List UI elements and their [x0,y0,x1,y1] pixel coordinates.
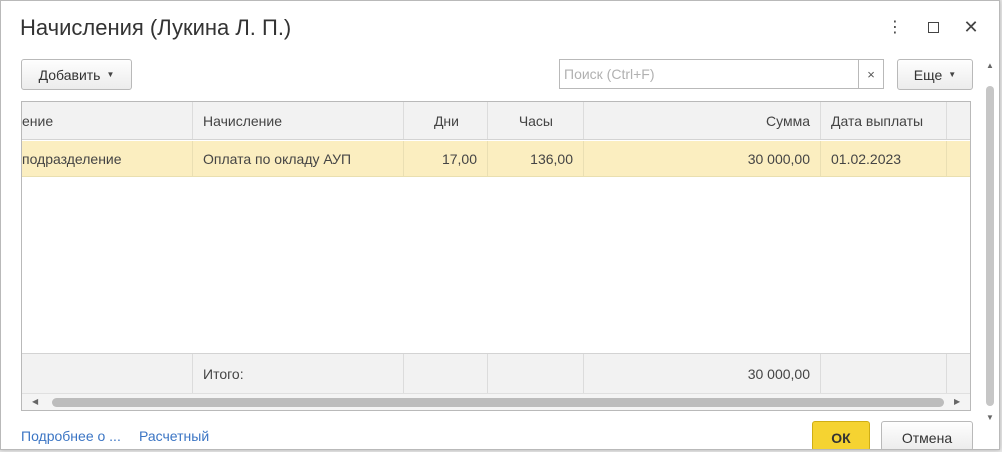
chevron-down-icon: ▼ [106,70,115,79]
cancel-button[interactable]: Отмена [881,421,973,449]
scroll-right-icon[interactable]: ▶ [954,397,960,406]
scroll-up-icon[interactable]: ▲ [986,61,994,70]
table-row[interactable]: подразделение Оплата по окладу АУП 17,00… [22,141,970,177]
footer-total-label: Итого: [203,365,244,382]
accruals-table: ение Начисление Дни Часы Сумма Дата выпл… [21,101,971,411]
vertical-scroll-thumb[interactable] [986,86,994,406]
close-icon[interactable]: ✕ [959,15,983,39]
table-footer: Итого: 30 000,00 [22,353,970,393]
details-link[interactable]: Подробнее о ... [21,428,121,444]
table-header: ение Начисление Дни Часы Сумма Дата выпл… [22,102,970,140]
add-button[interactable]: Добавить ▼ [21,59,132,90]
scroll-left-icon[interactable]: ◀ [32,397,38,406]
cell-payment-date: 01.02.2023 [831,150,902,167]
search-clear-button[interactable]: × [858,59,884,89]
more-button-label: Еще [913,66,943,83]
column-header-department[interactable]: ение [22,102,192,139]
maximize-icon[interactable] [921,15,945,39]
cell-hours: 136,00 [530,150,573,167]
horizontal-scrollbar[interactable]: ◀ ▶ [22,393,970,410]
chevron-down-icon: ▼ [948,70,957,79]
cell-days: 17,00 [441,150,477,167]
payslip-link[interactable]: Расчетный [139,428,209,444]
column-header-hours[interactable]: Часы [488,102,583,139]
column-header-accrual[interactable]: Начисление [193,102,403,139]
ok-button[interactable]: ОК [812,421,870,449]
footer-total-sum: 30 000,00 [747,365,810,382]
column-header-payment-date[interactable]: Дата выплаты [821,102,946,139]
column-header-sum[interactable]: Сумма [584,102,820,139]
cell-department: подразделение [22,150,122,167]
accruals-dialog: Начисления (Лукина Л. П.) ⋮ ✕ Добавить ▼… [0,0,1000,450]
more-button[interactable]: Еще ▼ [897,59,973,90]
column-header-days[interactable]: Дни [404,102,487,139]
search-input[interactable] [559,59,859,89]
cell-accrual: Оплата по окладу АУП [203,150,352,167]
cell-sum: 30 000,00 [747,150,810,167]
dialog-title: Начисления (Лукина Л. П.) [20,15,292,40]
scroll-down-icon[interactable]: ▼ [986,413,994,422]
vertical-scrollbar[interactable]: ▲ ▼ [984,61,996,441]
add-button-label: Добавить [38,66,101,83]
horizontal-scroll-thumb[interactable] [52,398,944,407]
more-vert-icon[interactable]: ⋮ [883,15,907,39]
